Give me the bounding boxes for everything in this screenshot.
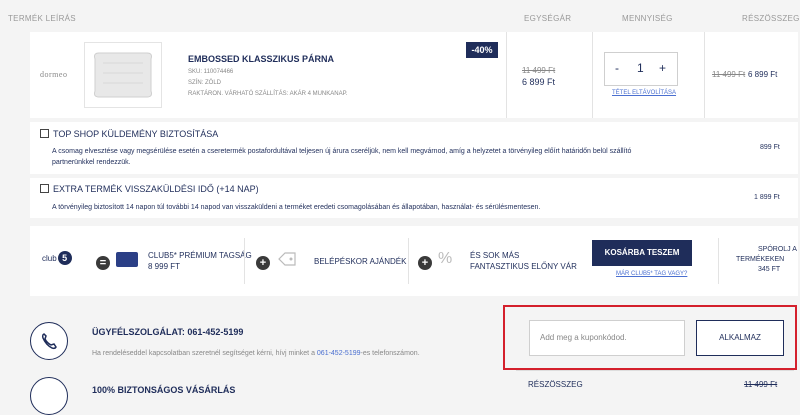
checkbox-icon[interactable] [40, 184, 49, 193]
remove-item-link[interactable]: TÉTEL ELTÁVOLÍTÁSA [612, 90, 676, 96]
coupon-apply-button[interactable]: ALKALMAZ [696, 320, 784, 356]
product-row: DORMEO EMBOSSED KLASSZIKUS PÁRNA SKU: 11… [30, 32, 798, 118]
club-more-line1: ÉS SOK MÁS [470, 251, 520, 260]
club-save-line2: TERMÉKEKEN [736, 256, 785, 263]
club-logo-number: 5 [57, 251, 72, 265]
brand-logo: DORMEO [40, 70, 68, 79]
add-to-cart-button[interactable]: KOSÁRBA TESZEM [592, 240, 692, 266]
club-save-line1: SPÓROLJ A [758, 246, 797, 253]
support-desc-suffix: -es telefonszámon. [360, 350, 420, 357]
coupon-placeholder: Add meg a kuponkódod. [540, 333, 627, 342]
header-unit-price: EGYSÉGÁR [524, 14, 572, 23]
insurance-desc-line2: partnerünkkel rendezzük. [52, 159, 131, 166]
insurance-title: TOP SHOP KÜLDEMÉNY BIZTOSÍTÁSA [53, 129, 219, 139]
product-image[interactable] [84, 42, 162, 108]
club-logo-text: club [42, 254, 57, 263]
club-banner: club 5 = CLUB5* PRÉMIUM TAGSÁG 8 999 FT +… [30, 226, 798, 296]
product-sku: SKU: 110074466 [188, 69, 234, 75]
plus-icon: + [418, 256, 432, 270]
shield-icon [30, 377, 68, 415]
header-description: TERMÉK LEÍRÁS [8, 14, 76, 23]
qty-plus-button[interactable]: + [659, 61, 666, 75]
insurance-desc-line1: A csomag elvesztése vagy megsérülése ese… [52, 148, 632, 155]
checkbox-icon[interactable] [40, 129, 49, 138]
qty-value[interactable]: 1 [637, 61, 644, 75]
club-save-line3: 345 FT [758, 266, 781, 273]
summary-value: 11 499 Ft [744, 380, 778, 389]
gift-tag-icon [277, 251, 297, 267]
insurance-price: 899 Ft [760, 144, 780, 151]
club-membership-line2: 8 999 FT [148, 262, 181, 271]
summary-divider [516, 370, 794, 371]
percent-icon: % [438, 250, 453, 267]
subtotal-old: 11 499 Ft [712, 70, 746, 79]
summary-label: RÉSZÖSSZEG [528, 380, 583, 389]
subtotal-new: 6 899 Ft [748, 70, 778, 79]
insurance-checkbox[interactable]: TOP SHOP KÜLDEMÉNY BIZTOSÍTÁSA [40, 129, 218, 139]
header-quantity: MENNYISÉG [622, 14, 673, 23]
support-phone-link[interactable]: 061-452-5199 [317, 350, 361, 357]
insurance-option: TOP SHOP KÜLDEMÉNY BIZTOSÍTÁSA A csomag … [30, 122, 798, 174]
discount-badge: -40% [466, 42, 498, 58]
quantity-stepper: - 1 + [604, 52, 678, 86]
product-name[interactable]: EMBOSSED KLASSZIKUS PÁRNA [188, 54, 334, 64]
equals-icon: = [96, 256, 110, 270]
return-price: 1 899 Ft [754, 194, 780, 201]
return-title: EXTRA TERMÉK VISSZAKÜLDÉSI IDŐ (+14 NAP) [53, 184, 259, 194]
club-member-link[interactable]: MÁR CLUB5* TAG VAGY? [616, 271, 687, 277]
old-unit-price: 11 499 Ft [522, 66, 556, 75]
product-stock: RAKTÁRON. VÁRHATÓ SZÁLLÍTÁS: AKÁR 4 MUNK… [188, 91, 348, 97]
plus-icon: + [256, 256, 270, 270]
support-desc: Ha rendeléseddel kapcsolatban szeretnél … [92, 350, 420, 357]
product-color: SZÍN: ZÖLD [188, 80, 222, 86]
qty-minus-button[interactable]: - [615, 61, 619, 75]
club-gift: BELÉPÉSKOR AJÁNDÉK [314, 257, 407, 266]
club-more-line2: FANTASZTIKUS ELŐNY VÁR [470, 262, 577, 271]
return-extension-option: EXTRA TERMÉK VISSZAKÜLDÉSI IDŐ (+14 NAP)… [30, 178, 798, 218]
club-logo: club 5 [42, 248, 72, 266]
header-subtotal: RÉSZÖSSZEG [742, 14, 800, 23]
phone-icon [30, 322, 68, 360]
support-desc-text: Ha rendeléseddel kapcsolatban szeretnél … [92, 350, 317, 357]
unit-price: 6 899 Ft [522, 77, 556, 87]
return-desc: A törvényileg biztosított 14 napon túl t… [52, 204, 541, 211]
secure-title: 100% BIZTONSÁGOS VÁSÁRLÁS [92, 385, 236, 395]
return-checkbox[interactable]: EXTRA TERMÉK VISSZAKÜLDÉSI IDŐ (+14 NAP) [40, 184, 259, 194]
card-icon [116, 252, 138, 267]
support-title: ÜGYFÉLSZOLGÁLAT: 061-452-5199 [92, 327, 244, 337]
club-membership-line1: CLUB5* PRÉMIUM TAGSÁG [148, 251, 252, 260]
coupon-input[interactable]: Add meg a kuponkódod. [529, 320, 685, 356]
